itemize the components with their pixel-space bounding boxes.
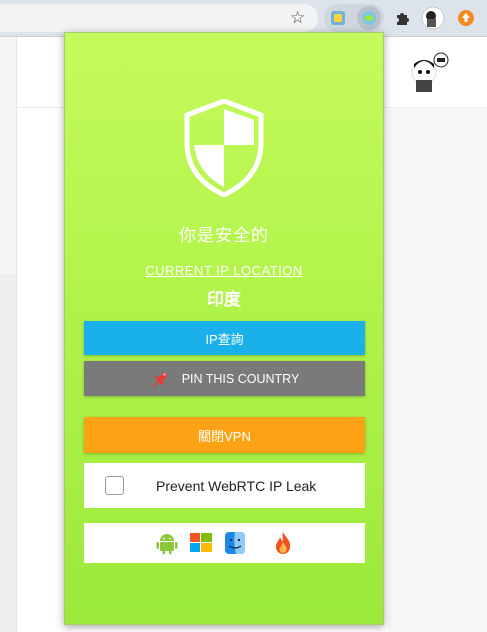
fire-icon[interactable] (270, 530, 296, 556)
pin-country-label: PIN THIS COUNTRY (181, 371, 300, 386)
extension-icon[interactable] (326, 6, 350, 30)
webrtc-leak-option: Prevent WebRTC IP Leak (84, 463, 365, 508)
address-bar[interactable] (0, 4, 318, 32)
ip-lookup-label: IP查詢 (205, 331, 244, 347)
vpn-extension-icon[interactable] (357, 6, 381, 30)
profile-avatar-icon[interactable] (421, 6, 445, 30)
update-icon[interactable] (454, 6, 478, 30)
pushpin-icon (152, 370, 168, 387)
android-icon[interactable] (154, 530, 180, 556)
page-content-area (388, 108, 487, 632)
webrtc-checkbox[interactable] (105, 476, 124, 495)
disconnect-vpn-label: 關閉VPN (198, 428, 251, 444)
disconnect-vpn-button[interactable]: 關閉VPN (84, 417, 365, 453)
shield-icon (184, 99, 264, 197)
windows-icon[interactable] (188, 530, 214, 556)
webrtc-label: Prevent WebRTC IP Leak (156, 477, 317, 494)
vpn-popup: 你是安全的 CURRENT IP LOCATION 印度 IP查詢 PIN TH… (64, 32, 384, 625)
current-country: 印度 (207, 290, 241, 309)
star-icon[interactable]: ☆ (290, 8, 305, 28)
page-sidebar-lower (0, 275, 16, 632)
puzzle-icon[interactable] (391, 6, 415, 30)
page-avatar[interactable] (406, 50, 450, 94)
ip-lookup-button[interactable]: IP查詢 (84, 321, 365, 355)
platform-links (84, 523, 365, 563)
pin-country-button[interactable]: PIN THIS COUNTRY (84, 361, 365, 396)
mac-finder-icon[interactable] (222, 530, 248, 556)
connection-status: 你是安全的 (179, 226, 269, 245)
current-ip-location-link[interactable]: CURRENT IP LOCATION (65, 263, 383, 278)
